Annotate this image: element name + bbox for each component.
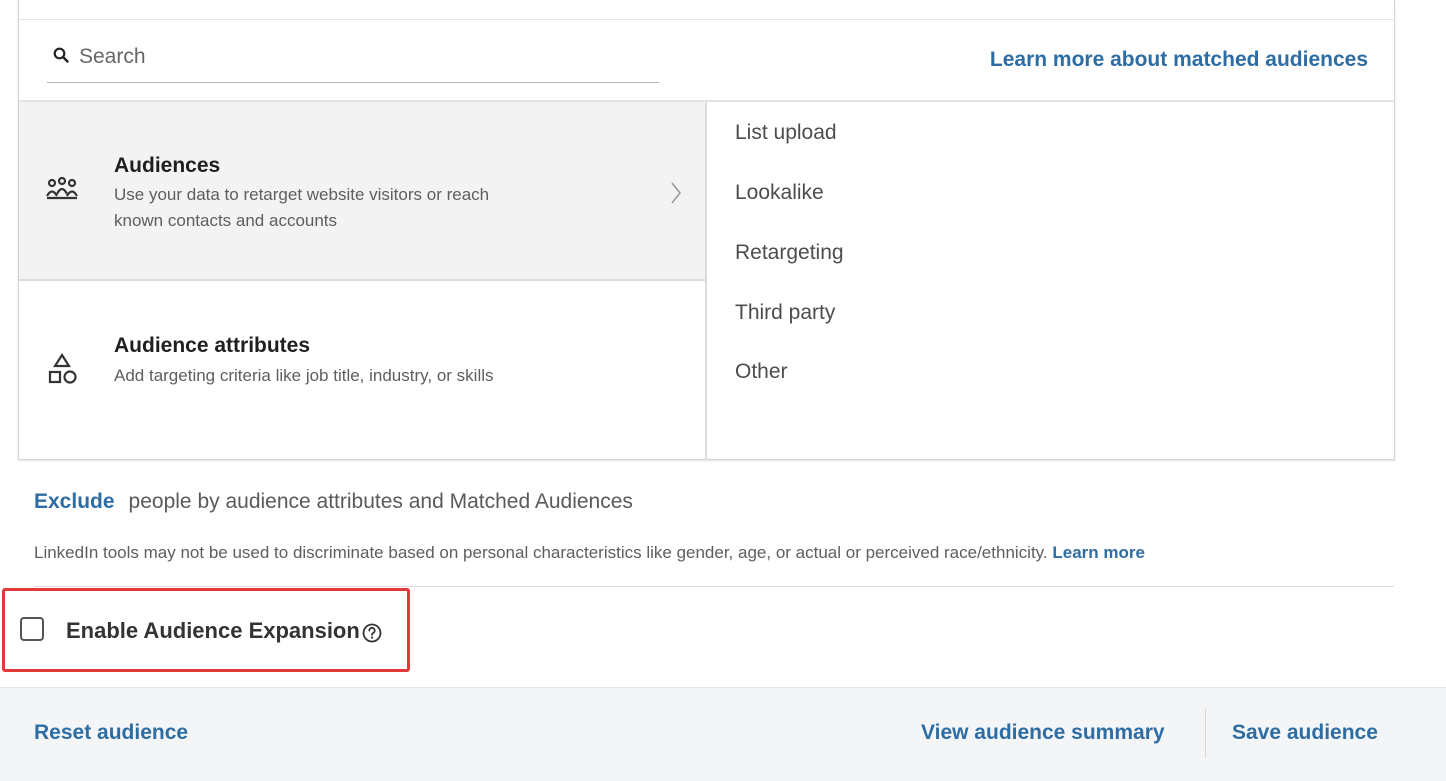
top-divider [19, 19, 1394, 20]
category-audience-attributes[interactable]: Audience attributes Add targeting criter… [19, 281, 705, 460]
exclude-row: Exclude people by audience attributes and… [34, 490, 633, 514]
exclude-link[interactable]: Exclude [34, 490, 115, 513]
subcategory-third-party[interactable]: Third party [735, 301, 835, 325]
subcategory-lookalike[interactable]: Lookalike [735, 181, 824, 205]
category-title: Audience attributes [114, 334, 311, 357]
people-group-icon [46, 176, 78, 200]
help-icon[interactable] [362, 623, 382, 643]
disclaimer-text: LinkedIn tools may not be used to discri… [34, 543, 1048, 562]
learn-more-matched-audiences-link[interactable]: Learn more about matched audiences [990, 48, 1368, 72]
subcategory-retargeting[interactable]: Retargeting [735, 241, 844, 265]
search-icon [53, 47, 69, 63]
targeting-panel: Learn more about matched audiences Audie… [18, 0, 1395, 460]
view-audience-summary-button[interactable]: View audience summary [921, 721, 1165, 745]
audience-expansion-checkbox[interactable] [20, 617, 44, 641]
reset-audience-button[interactable]: Reset audience [34, 721, 188, 745]
category-title: Audiences [114, 154, 221, 177]
section-divider [34, 586, 1394, 587]
category-list: Audiences Use your data to retarget webs… [19, 102, 705, 460]
discrimination-disclaimer: LinkedIn tools may not be used to discri… [34, 543, 1145, 563]
category-description: Use your data to retarget website visito… [114, 185, 490, 230]
search-input[interactable] [79, 42, 649, 72]
save-audience-button[interactable]: Save audience [1232, 721, 1378, 745]
category-description: Add targeting criteria like job title, i… [114, 366, 494, 385]
footer-bar: Reset audience View audience summary Sav… [0, 687, 1446, 781]
exclude-text: people by audience attributes and Matche… [128, 490, 633, 513]
category-audiences[interactable]: Audiences Use your data to retarget webs… [19, 102, 705, 279]
chevron-right-icon [671, 182, 682, 204]
subcategory-other[interactable]: Other [735, 360, 788, 384]
disclaimer-learn-more-link[interactable]: Learn more [1052, 543, 1145, 562]
audience-expansion-label: Enable Audience Expansion [66, 618, 360, 643]
footer-divider [1205, 708, 1206, 758]
search-box[interactable] [47, 36, 659, 83]
subcategory-list-upload[interactable]: List upload [735, 121, 837, 145]
shapes-icon [48, 353, 77, 384]
column-divider [705, 102, 707, 460]
